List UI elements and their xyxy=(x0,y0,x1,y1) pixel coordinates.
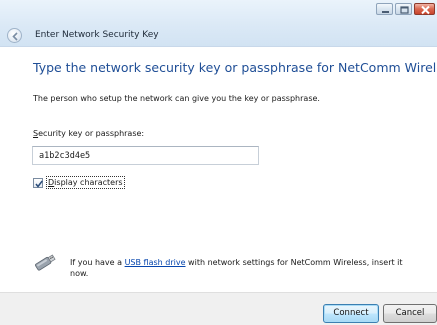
close-icon xyxy=(421,5,430,15)
connect-button[interactable]: Connect xyxy=(323,304,379,323)
security-key-label-text: ecurity key or passphrase: xyxy=(38,129,145,138)
page-heading: Type the network security key or passphr… xyxy=(33,60,437,75)
display-characters-label[interactable]: Display characters xyxy=(46,176,125,189)
checkmark-icon xyxy=(35,180,43,188)
minimize-button[interactable] xyxy=(376,3,393,15)
usb-text-before: If you have a xyxy=(70,258,125,267)
title-bar: Enter Network Security Key xyxy=(0,0,437,47)
dialog-footer: Connect Cancel xyxy=(0,292,437,325)
usb-instructions: If you have a USB flash drive with netwo… xyxy=(70,257,410,279)
window-title: Enter Network Security Key xyxy=(35,30,159,40)
usb-flash-drive-icon xyxy=(35,254,56,271)
page-description: The person who setup the network can giv… xyxy=(33,94,320,103)
display-characters-text: isplay characters xyxy=(54,178,123,187)
close-button[interactable] xyxy=(414,3,435,15)
cancel-button[interactable]: Cancel xyxy=(383,304,437,323)
display-characters-checkbox[interactable] xyxy=(33,177,43,188)
security-key-label: Security key or passphrase: xyxy=(33,129,144,138)
maximize-button[interactable] xyxy=(395,3,412,15)
back-button[interactable] xyxy=(7,28,22,43)
back-arrow-icon xyxy=(12,32,18,41)
usb-flash-drive-link[interactable]: USB flash drive xyxy=(125,258,186,267)
security-key-input[interactable] xyxy=(32,146,259,165)
minimize-icon xyxy=(382,11,389,13)
network-security-key-dialog: Enter Network Security Key Type the netw… xyxy=(0,0,437,325)
display-characters-option[interactable]: Display characters xyxy=(33,176,125,189)
caption-buttons xyxy=(376,3,435,15)
maximize-icon xyxy=(400,6,409,14)
